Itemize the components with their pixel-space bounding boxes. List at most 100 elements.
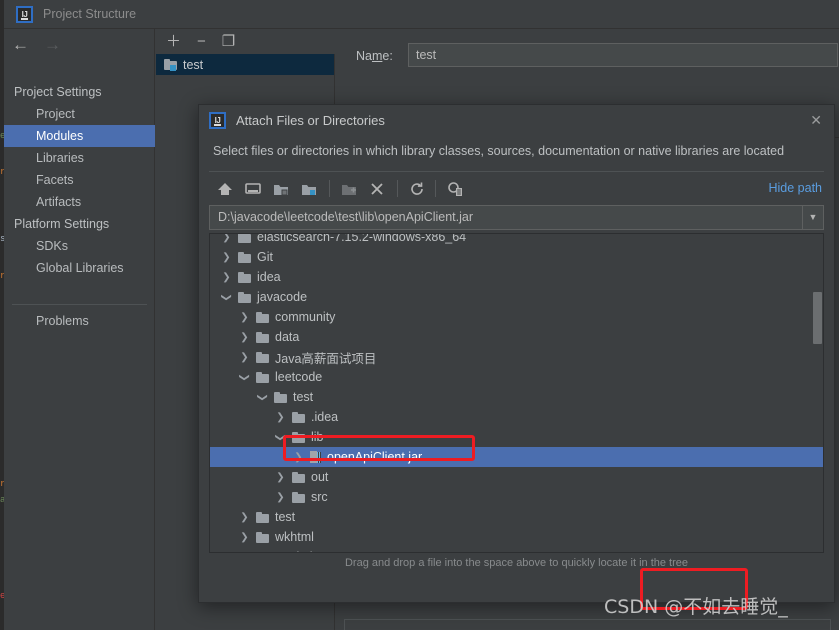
sidebar-item-modules[interactable]: Modules — [4, 125, 155, 147]
module-name-input[interactable]: test — [408, 43, 838, 67]
chevron-right-icon[interactable] — [238, 552, 251, 553]
show-hidden-files-icon[interactable] — [445, 179, 465, 199]
chevron-right-icon[interactable] — [274, 492, 287, 503]
folder-icon — [238, 291, 251, 303]
tree-row[interactable]: javacode — [210, 287, 823, 307]
sidebar-item-project[interactable]: Project — [4, 103, 155, 125]
folder-icon — [256, 551, 269, 552]
sidebar-item-artifacts[interactable]: Artifacts — [4, 191, 155, 213]
desktop-icon[interactable] — [243, 179, 263, 199]
chevron-right-icon[interactable] — [238, 312, 251, 323]
delete-icon[interactable] — [367, 179, 387, 199]
tree-row[interactable]: .idea — [210, 407, 823, 427]
close-icon[interactable]: ✕ — [810, 113, 822, 127]
module-detail-subpanel — [344, 619, 831, 630]
sidebar-list: Project Settings Project Modules Librari… — [4, 81, 155, 279]
tree-scrollbar[interactable] — [813, 292, 822, 344]
sidebar-item-problems[interactable]: Problems — [4, 310, 155, 332]
jar-file-icon — [310, 451, 321, 463]
chevron-right-icon[interactable] — [238, 532, 251, 543]
tree-row-label: test — [275, 510, 296, 524]
folder-icon — [292, 491, 305, 503]
tree-row[interactable]: openApiClient.jar — [210, 447, 823, 467]
back-arrow-icon[interactable]: ← — [12, 36, 29, 53]
path-input[interactable]: D:\javacode\leetcode\test\lib\openApiCli… — [209, 205, 824, 230]
tree-row-label: javacode — [257, 290, 308, 304]
home-icon[interactable] — [215, 179, 235, 199]
hide-path-link[interactable]: Hide path — [768, 181, 822, 195]
page-title: Project Structure — [43, 7, 137, 21]
tree-row[interactable]: Java高薪面试项目 — [210, 347, 823, 367]
chevron-down-icon[interactable] — [256, 392, 269, 403]
sidebar-item-sdks[interactable]: SDKs — [4, 235, 155, 257]
folder-icon — [256, 531, 269, 543]
folder-icon — [256, 311, 269, 323]
sidebar-divider — [12, 304, 147, 305]
file-chooser-toolbar: Hide path — [209, 175, 824, 203]
chevron-down-icon[interactable] — [274, 432, 287, 443]
tree-row[interactable]: test — [210, 387, 823, 407]
tree-row-label: .idea — [311, 410, 339, 424]
chevron-right-icon[interactable] — [220, 234, 233, 243]
tree-row-label: test — [293, 390, 314, 404]
chevron-right-icon[interactable] — [238, 332, 251, 343]
toolbar-divider — [435, 180, 436, 197]
tree-row[interactable]: test — [210, 507, 823, 527]
dialog-description: Select files or directories in which lib… — [213, 144, 785, 158]
modules-toolbar: ＋ − ❐ — [156, 29, 335, 54]
folder-icon — [256, 351, 269, 363]
chevron-down-icon[interactable]: ▼ — [802, 206, 823, 229]
tree-row[interactable]: x-admin — [210, 547, 823, 553]
tree-row-label: src — [311, 490, 328, 504]
chevron-right-icon[interactable] — [220, 252, 233, 263]
tree-row[interactable]: lib — [210, 427, 823, 447]
tree-row[interactable]: idea — [210, 267, 823, 287]
sidebar-item-libraries[interactable]: Libraries — [4, 147, 155, 169]
module-folder-icon[interactable] — [299, 179, 319, 199]
folder-icon — [292, 471, 305, 483]
sidebar-nav: ← → — [4, 29, 155, 59]
chevron-right-icon[interactable] — [274, 412, 287, 423]
tree-row[interactable]: wkhtml — [210, 527, 823, 547]
chevron-down-icon[interactable] — [220, 292, 233, 303]
file-tree[interactable]: elasticsearch-7.15.2-windows-x86_64 Git id… — [209, 233, 824, 553]
new-folder-icon[interactable] — [339, 179, 359, 199]
chevron-right-icon[interactable] — [292, 452, 305, 463]
chevron-right-icon[interactable] — [274, 472, 287, 483]
folder-icon — [292, 431, 305, 443]
add-icon[interactable]: ＋ — [166, 34, 181, 49]
attach-files-dialog: IJ Attach Files or Directories ✕ Select … — [198, 104, 835, 603]
tree-row-label: leetcode — [275, 370, 323, 384]
copy-icon[interactable]: ❐ — [222, 34, 235, 49]
module-name-label: Name: — [356, 49, 393, 63]
tree-row[interactable]: out — [210, 467, 823, 487]
tree-row[interactable]: elasticsearch-7.15.2-windows-x86_64 — [210, 234, 823, 247]
toolbar-divider — [397, 180, 398, 197]
intellij-idea-logo: IJ — [209, 111, 226, 129]
sidebar-item-facets[interactable]: Facets — [4, 169, 155, 191]
toolbar-divider — [329, 180, 330, 197]
sidebar-group-platform-settings: Platform Settings — [14, 217, 110, 231]
intellij-idea-logo: IJ — [16, 5, 33, 23]
chevron-right-icon[interactable] — [220, 272, 233, 283]
tree-row-label: lib — [311, 430, 324, 444]
tree-row[interactable]: data — [210, 327, 823, 347]
tree-row[interactable]: src — [210, 487, 823, 507]
modules-list-item-test[interactable]: test — [156, 54, 334, 75]
forward-arrow-icon[interactable]: → — [44, 36, 61, 53]
tree-row-label: out — [311, 470, 329, 484]
modules-list-item-label: test — [183, 57, 204, 72]
remove-icon[interactable]: − — [197, 34, 206, 49]
settings-sidebar: ← → Project Settings Project Modules Lib… — [4, 29, 155, 630]
chevron-right-icon[interactable] — [238, 512, 251, 523]
tree-row[interactable]: leetcode — [210, 367, 823, 387]
sidebar-item-global-libraries[interactable]: Global Libraries — [4, 257, 155, 279]
tree-row-label: Git — [257, 250, 273, 264]
chevron-down-icon[interactable] — [238, 372, 251, 383]
drag-drop-hint: Drag and drop a file into the space abov… — [344, 557, 689, 569]
chevron-right-icon[interactable] — [238, 352, 251, 363]
refresh-icon[interactable] — [407, 179, 427, 199]
tree-row[interactable]: Git — [210, 247, 823, 267]
tree-row[interactable]: community — [210, 307, 823, 327]
project-folder-icon[interactable] — [271, 179, 291, 199]
